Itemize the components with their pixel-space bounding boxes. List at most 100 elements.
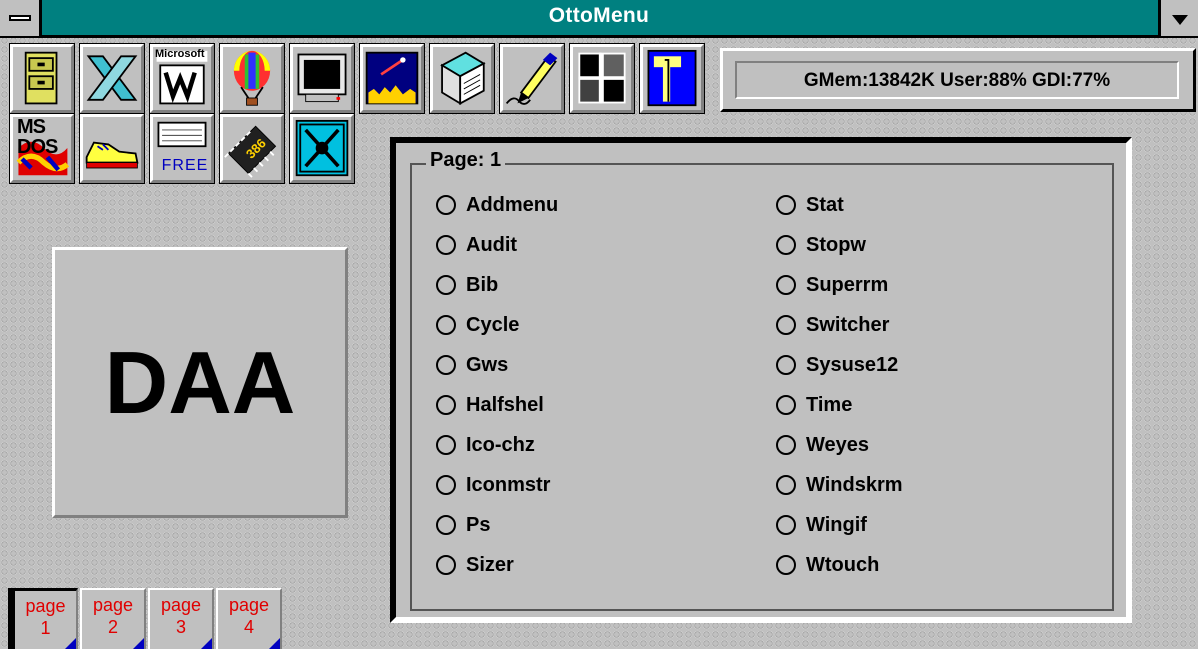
- tab-page-2[interactable]: page 2: [80, 588, 146, 649]
- system-menu-button[interactable]: [0, 0, 42, 36]
- radio-label: Wingif: [806, 513, 867, 536]
- radio-label: Stopw: [806, 233, 866, 256]
- taskbar-button[interactable]: [639, 43, 705, 114]
- radio-gws[interactable]: Gws: [436, 349, 508, 381]
- tab-page-4[interactable]: page 4: [216, 588, 282, 649]
- group-title: Page: 1: [426, 149, 506, 172]
- radio-label: Audit: [466, 233, 518, 256]
- radio-addmenu[interactable]: Addmenu: [436, 189, 558, 221]
- microsoft-label: Microsoft: [155, 48, 205, 60]
- x-windows-icon: [86, 55, 138, 101]
- radio-label: Ico-chz: [466, 433, 535, 456]
- radio-label: Sysuse12: [806, 353, 899, 376]
- tab-page-word: page: [160, 595, 202, 615]
- tab-corner-icon: [201, 638, 212, 649]
- radio-circle: [776, 555, 796, 575]
- tab-page-number: 1: [40, 618, 51, 638]
- tab-corner-icon: [133, 638, 144, 649]
- sneaker-button[interactable]: [79, 113, 145, 184]
- radio-ico-chz[interactable]: Ico-chz: [436, 429, 535, 461]
- monitor-icon: [297, 53, 347, 103]
- notepad-icon: [440, 51, 486, 106]
- radio-ps[interactable]: Ps: [436, 509, 490, 541]
- tab-page-1[interactable]: page 1: [12, 588, 78, 649]
- radio-weyes[interactable]: Weyes: [776, 429, 869, 461]
- radio-stopw[interactable]: Stopw: [776, 229, 866, 261]
- gdi-status-panel: GMem:13842K User:88% GDI:77%: [720, 48, 1196, 112]
- radio-circle: [776, 515, 796, 535]
- starfield-icon: [365, 51, 419, 105]
- radio-wingif[interactable]: Wingif: [776, 509, 867, 541]
- radio-iconmstr[interactable]: Iconmstr: [436, 469, 550, 501]
- hot-air-balloon-icon: [233, 50, 271, 106]
- radio-bib[interactable]: Bib: [436, 269, 498, 301]
- radio-label: Iconmstr: [466, 473, 551, 496]
- radio-sizer[interactable]: Sizer: [436, 549, 514, 581]
- tab-page-word: page: [92, 595, 134, 615]
- radio-label: Cycle: [466, 313, 520, 336]
- radio-superrm[interactable]: Superrm: [776, 269, 888, 301]
- radio-cycle[interactable]: Cycle: [436, 309, 519, 341]
- notepad-button[interactable]: [429, 43, 495, 114]
- free-label: FREE: [161, 157, 209, 174]
- tab-page-3[interactable]: page 3: [148, 588, 214, 649]
- free-memory-button[interactable]: FREE: [149, 113, 215, 184]
- tab-page-word: page: [25, 596, 66, 616]
- radio-label: Bib: [466, 273, 499, 296]
- radio-label: Sizer: [466, 553, 514, 576]
- gdi-status-text: GMem:13842K User:88% GDI:77%: [735, 61, 1179, 99]
- radio-circle: [776, 435, 796, 455]
- file-cabinet-icon: [24, 51, 58, 105]
- radio-stat[interactable]: Stat: [776, 189, 844, 221]
- hot-air-balloon-button[interactable]: [219, 43, 285, 114]
- radio-time[interactable]: Time: [776, 389, 852, 421]
- radio-label: Addmenu: [466, 193, 559, 216]
- taskbar-icon: [647, 49, 697, 107]
- paint-button[interactable]: [569, 43, 635, 114]
- file-cabinet-button[interactable]: [9, 43, 75, 114]
- radio-switcher[interactable]: Switcher: [776, 309, 889, 341]
- radio-circle: [776, 475, 796, 495]
- msdos-label: MS DOS: [17, 116, 58, 158]
- radio-label: Wtouch: [806, 553, 880, 576]
- radio-circle: [436, 475, 456, 495]
- radio-label: Halfshel: [466, 393, 544, 416]
- tab-page-number: 4: [243, 617, 254, 637]
- microsoft-word-button[interactable]: Microsoft: [149, 43, 215, 114]
- chevron-down-icon: [1172, 15, 1188, 25]
- radio-circle: [776, 235, 796, 255]
- radio-circle: [436, 435, 456, 455]
- radio-wtouch[interactable]: Wtouch: [776, 549, 879, 581]
- radio-audit[interactable]: Audit: [436, 229, 517, 261]
- dropdown-button[interactable]: [1158, 0, 1198, 36]
- radio-label: Windskrm: [806, 473, 903, 496]
- x-windows-button[interactable]: [79, 43, 145, 114]
- pen-button[interactable]: [499, 43, 565, 114]
- radio-label: Gws: [466, 353, 509, 376]
- radio-circle: [436, 315, 456, 335]
- radio-label: Switcher: [806, 313, 890, 336]
- tab-corner-icon: [269, 638, 280, 649]
- radio-halfshel[interactable]: Halfshel: [436, 389, 544, 421]
- tab-corner-icon: [65, 638, 76, 649]
- crosshair-icon: [295, 119, 349, 177]
- radio-circle: [436, 275, 456, 295]
- system-menu-icon: [9, 15, 31, 21]
- tab-page-number: 2: [107, 617, 118, 637]
- title-bar: OttoMenu: [0, 0, 1198, 38]
- radio-circle: [776, 355, 796, 375]
- window-title: OttoMenu: [548, 4, 650, 27]
- paint-icon: [578, 52, 626, 104]
- tab-page-word: page: [228, 595, 270, 615]
- radio-label: Superrm: [806, 273, 889, 296]
- cpu-386-button[interactable]: 386: [219, 113, 285, 184]
- radio-circle: [436, 555, 456, 575]
- ms-dos-button[interactable]: MS DOS: [9, 113, 75, 184]
- monitor-button[interactable]: [289, 43, 355, 114]
- radio-circle: [776, 395, 796, 415]
- radio-circle: [776, 275, 796, 295]
- crosshair-button[interactable]: [289, 113, 355, 184]
- radio-sysuse12[interactable]: Sysuse12: [776, 349, 898, 381]
- radio-windskrm[interactable]: Windskrm: [776, 469, 903, 501]
- starfield-button[interactable]: [359, 43, 425, 114]
